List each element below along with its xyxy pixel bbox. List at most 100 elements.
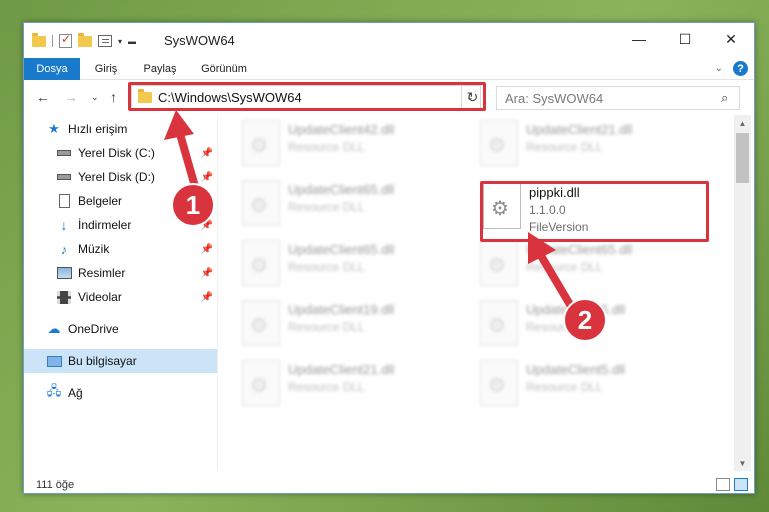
scrollbar-thumb[interactable]	[736, 133, 749, 183]
view-toggle	[716, 478, 748, 491]
file-item[interactable]: UpdateClient65.dll Resource DLL	[242, 180, 472, 230]
pin-icon[interactable]: 📌	[201, 196, 213, 207]
sidebar-item-local-disk-d[interactable]: Yerel Disk (D:) 📌	[24, 165, 217, 189]
file-name: UpdateClient5.dll	[526, 302, 626, 317]
sidebar-item-label: Belgeler	[78, 194, 123, 208]
back-arrow-icon[interactable]: ←	[36, 89, 50, 105]
file-description: Resource DLL	[288, 140, 365, 154]
file-name: UpdateClient19.dll	[288, 302, 395, 317]
sidebar-item-label: Resimler	[78, 266, 126, 280]
properties-check-icon[interactable]	[59, 32, 72, 48]
sidebar-item-label: OneDrive	[68, 322, 119, 336]
navigation-bar: ← → ⌄ ↑ C:\Windows\SysWOW64 ⌄ ↻ Ara: Sys…	[24, 82, 754, 113]
vertical-scrollbar[interactable]: ▲ ▼	[734, 115, 751, 471]
sidebar-item-local-disk-c[interactable]: Yerel Disk (C:) 📌	[24, 141, 217, 165]
pin-icon[interactable]: 📌	[201, 268, 213, 279]
large-icons-view-icon[interactable]	[734, 478, 748, 491]
search-icon[interactable]: ⌕	[721, 90, 739, 106]
pin-icon[interactable]: 📌	[201, 172, 213, 183]
file-item[interactable]: UpdateClient65.dll Resource DLL	[480, 240, 710, 290]
file-name: UpdateClient42.dll	[288, 122, 395, 137]
file-item[interactable]: UpdateClient19.dll Resource DLL	[242, 300, 472, 350]
sidebar-item-label: Ağ	[68, 386, 83, 400]
dll-file-icon	[242, 360, 280, 406]
file-description: Resource DLL	[526, 320, 603, 334]
sidebar-item-quick-access[interactable]: ★ Hızlı erişim	[24, 117, 217, 141]
disk-icon	[56, 170, 72, 184]
file-item[interactable]: UpdateClient42.dll Resource DLL	[242, 120, 472, 170]
status-bar: 111 öğe	[24, 475, 754, 495]
scroll-down-icon[interactable]: ▼	[734, 455, 751, 471]
file-description: Resource DLL	[526, 140, 603, 154]
maximize-button[interactable]: ☐	[662, 23, 708, 55]
forward-arrow-icon[interactable]: →	[64, 89, 78, 105]
pin-icon[interactable]: 📌	[201, 244, 213, 255]
tab-file[interactable]: Dosya	[24, 58, 80, 80]
sidebar-item-network[interactable]: 🖧 Ağ	[24, 381, 217, 405]
dll-file-icon	[242, 300, 280, 346]
pictures-icon	[56, 266, 72, 280]
scroll-up-icon[interactable]: ▲	[734, 115, 751, 131]
sidebar-item-label: Müzik	[78, 242, 110, 256]
file-name: UpdateClient65.dll	[288, 242, 395, 257]
search-input[interactable]: Ara: SysWOW64 ⌕	[496, 86, 740, 110]
explorer-window: ▾ ▬ SysWOW64 — ☐ ✕ Dosya Giriş Paylaş Gö…	[23, 22, 755, 494]
sidebar-item-this-pc[interactable]: Bu bilgisayar	[24, 349, 217, 373]
sidebar-item-music[interactable]: ♪ Müzik 📌	[24, 237, 217, 261]
star-icon: ★	[48, 121, 60, 136]
file-name: UpdateClient21.dll	[288, 362, 395, 377]
tab-home[interactable]: Giriş	[86, 58, 126, 80]
file-list: UpdateClient42.dll Resource DLL UpdateCli…	[240, 115, 734, 471]
file-name: UpdateClient21.dll	[526, 122, 633, 137]
close-button[interactable]: ✕	[708, 23, 754, 55]
chevron-down-icon[interactable]: ▾	[118, 37, 122, 46]
dll-file-icon	[480, 300, 518, 346]
sidebar-item-documents[interactable]: Belgeler 📌	[24, 189, 217, 213]
folder-icon	[32, 32, 46, 47]
new-folder-icon[interactable]	[78, 32, 92, 47]
sidebar-item-onedrive[interactable]: ☁ OneDrive	[24, 317, 217, 341]
computer-icon	[46, 354, 62, 368]
ribbon-right-controls: ⌄ ?	[715, 61, 748, 76]
file-description: Resource DLL	[526, 380, 603, 394]
sidebar-item-downloads[interactable]: ↓ İndirmeler 📌	[24, 213, 217, 237]
file-description: Resource DLL	[526, 260, 603, 274]
file-description: Resource DLL	[288, 380, 365, 394]
tab-share[interactable]: Paylaş	[136, 58, 184, 80]
file-item[interactable]: UpdateClient21.dll Resource DLL	[242, 360, 472, 410]
minimize-button[interactable]: —	[616, 23, 662, 55]
expand-ribbon-icon[interactable]: ⌄	[715, 63, 723, 74]
dll-file-icon	[242, 240, 280, 286]
file-description: Resource DLL	[288, 200, 365, 214]
disk-icon	[56, 146, 72, 160]
tab-view[interactable]: Görünüm	[196, 58, 252, 80]
pin-icon[interactable]: 📌	[201, 292, 213, 303]
quick-access-toolbar: ▾ ▬	[32, 32, 136, 50]
sidebar-item-pictures[interactable]: Resimler 📌	[24, 261, 217, 285]
item-count: 111 öğe	[36, 479, 75, 491]
sidebar-item-videos[interactable]: Videolar 📌	[24, 285, 217, 309]
network-icon: 🖧	[46, 383, 62, 398]
view-properties-icon[interactable]	[98, 35, 112, 47]
navigation-pane: ★ Hızlı erişim Yerel Disk (C:) 📌 Yerel D…	[24, 115, 217, 471]
customize-toolbar-icon[interactable]: ▬	[128, 37, 136, 46]
file-item[interactable]: UpdateClient21.dll Resource DLL	[480, 120, 710, 170]
sidebar-item-label: Yerel Disk (C:)	[78, 146, 155, 160]
music-icon: ♪	[60, 241, 68, 257]
toolbar-divider	[52, 35, 53, 47]
sidebar-item-label: İndirmeler	[78, 218, 132, 232]
file-item[interactable]: UpdateClient65.dll Resource DLL	[242, 240, 472, 290]
file-name: UpdateClient65.dll	[526, 242, 633, 257]
help-icon[interactable]: ?	[733, 61, 748, 76]
up-arrow-icon[interactable]: ↑	[110, 89, 117, 105]
file-description: Resource DLL	[288, 320, 365, 334]
dll-file-icon	[480, 240, 518, 286]
window-controls: — ☐ ✕	[616, 23, 754, 55]
details-view-icon[interactable]	[716, 478, 730, 491]
file-item[interactable]: UpdateClient5.dll Resource DLL	[480, 360, 710, 410]
pin-icon[interactable]: 📌	[201, 220, 213, 231]
sidebar-item-label: Videolar	[78, 290, 122, 304]
file-item[interactable]: UpdateClient5.dll Resource DLL	[480, 300, 710, 350]
pin-icon[interactable]: 📌	[201, 148, 213, 159]
recent-locations-icon[interactable]: ⌄	[91, 92, 99, 103]
